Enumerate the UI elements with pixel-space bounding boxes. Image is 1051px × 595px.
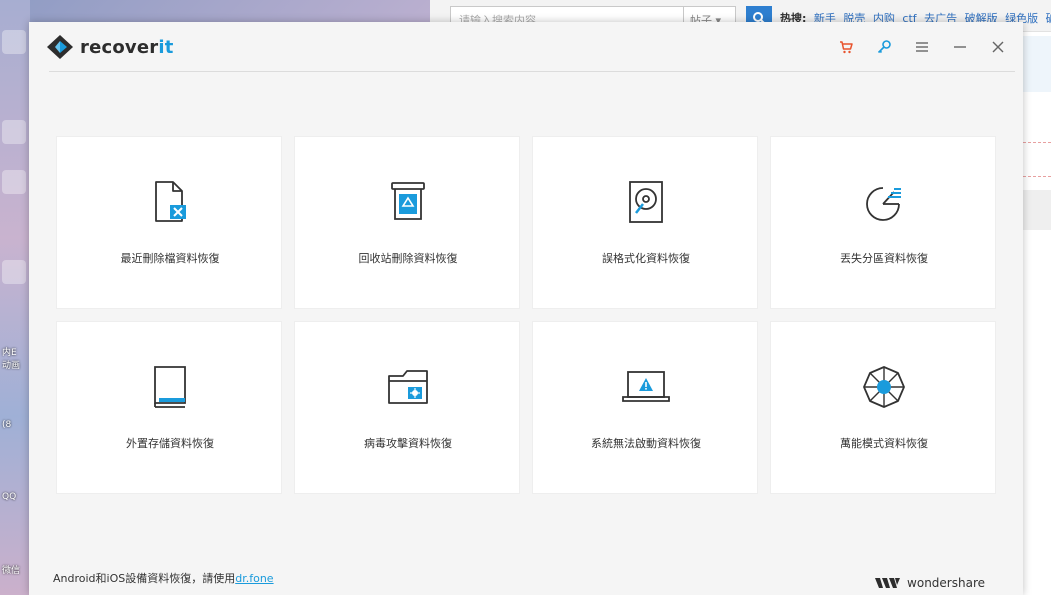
menu-icon <box>916 42 928 52</box>
title-bar: recoverit <box>29 22 1023 72</box>
desktop-shortcut-icon[interactable] <box>2 120 26 144</box>
card-label: 丟失分區資料恢復 <box>840 252 928 265</box>
recoverit-logo-icon <box>47 35 73 59</box>
card-label: 系統無法啟動資料恢復 <box>591 437 701 450</box>
desktop-background: 内E 动画 (8 QQ 微信 <box>0 0 30 595</box>
recovery-mode-grid: 最近刪除檔資料恢復 回收站刪除資料恢復 誤格式化資料恢復 丟失分區資料恢復 外置… <box>56 136 996 494</box>
card-label: 回收站刪除資料恢復 <box>358 252 458 265</box>
wondershare-logo-icon <box>875 578 901 588</box>
card-lost-partition[interactable]: 丟失分區資料恢復 <box>770 136 996 309</box>
card-label: 誤格式化資料恢復 <box>602 252 690 265</box>
recoverit-window: recoverit 最近刪除檔資料恢復 回收站刪除資料恢復 誤格式化資料恢復 丟… <box>29 22 1023 595</box>
desktop-shortcut-icon[interactable] <box>2 170 26 194</box>
desktop-shortcut-label: (8 <box>2 420 12 430</box>
system-crash-icon <box>622 371 670 402</box>
app-logo: recoverit <box>46 34 174 60</box>
browser-gray-band <box>1023 190 1051 230</box>
lost-partition-icon <box>866 187 901 221</box>
company-name: wondershare <box>907 576 985 590</box>
footer-note: Android和iOS設備資料恢復，請使用dr.fone <box>53 572 274 585</box>
card-external-storage[interactable]: 外置存儲資料恢復 <box>56 321 282 494</box>
close-button[interactable] <box>987 36 1009 58</box>
desktop-shortcut-label: 内E <box>2 348 17 358</box>
cart-icon <box>840 41 853 54</box>
card-formatted[interactable]: 誤格式化資料恢復 <box>532 136 758 309</box>
formatted-drive-icon <box>629 181 663 223</box>
key-icon <box>877 40 891 54</box>
card-label: 萬能模式資料恢復 <box>840 437 928 450</box>
deleted-file-icon <box>155 181 186 222</box>
recycle-bin-icon <box>391 182 425 220</box>
app-name: recoverit <box>80 36 174 58</box>
card-label: 外置存儲資料恢復 <box>126 437 214 450</box>
drfone-link[interactable]: dr.fone <box>235 572 273 585</box>
card-all-around[interactable]: 萬能模式資料恢復 <box>770 321 996 494</box>
browser-side-panel <box>1023 36 1051 92</box>
browser-divider <box>1023 176 1051 177</box>
close-icon <box>992 41 1004 53</box>
card-label: 最近刪除檔資料恢復 <box>120 252 220 265</box>
virus-folder-icon <box>388 370 428 404</box>
card-recycle-bin[interactable]: 回收站刪除資料恢復 <box>294 136 520 309</box>
all-around-icon <box>863 366 905 408</box>
wondershare-brand: wondershare <box>875 576 985 590</box>
desktop-shortcut-icon[interactable] <box>2 30 26 54</box>
window-controls <box>819 36 1009 58</box>
desktop-shortcut-label: 微信 <box>2 566 21 576</box>
register-button[interactable] <box>873 36 895 58</box>
card-recently-deleted[interactable]: 最近刪除檔資料恢復 <box>56 136 282 309</box>
card-label: 病毒攻擊資料恢復 <box>364 437 452 450</box>
desktop-shortcut-label: 动画 <box>2 361 21 371</box>
browser-divider <box>1023 142 1051 143</box>
minimize-icon <box>954 46 966 48</box>
minimize-button[interactable] <box>949 36 971 58</box>
external-storage-icon <box>154 366 186 408</box>
menu-button[interactable] <box>911 36 933 58</box>
hot-link[interactable]: 破 <box>1046 12 1051 25</box>
cart-button[interactable] <box>835 36 857 58</box>
desktop-shortcut-label: QQ <box>2 492 17 502</box>
title-divider <box>49 71 1015 72</box>
card-virus-attack[interactable]: 病毒攻擊資料恢復 <box>294 321 520 494</box>
card-system-crash[interactable]: 系統無法啟動資料恢復 <box>532 321 758 494</box>
desktop-shortcut-icon[interactable] <box>2 260 26 284</box>
